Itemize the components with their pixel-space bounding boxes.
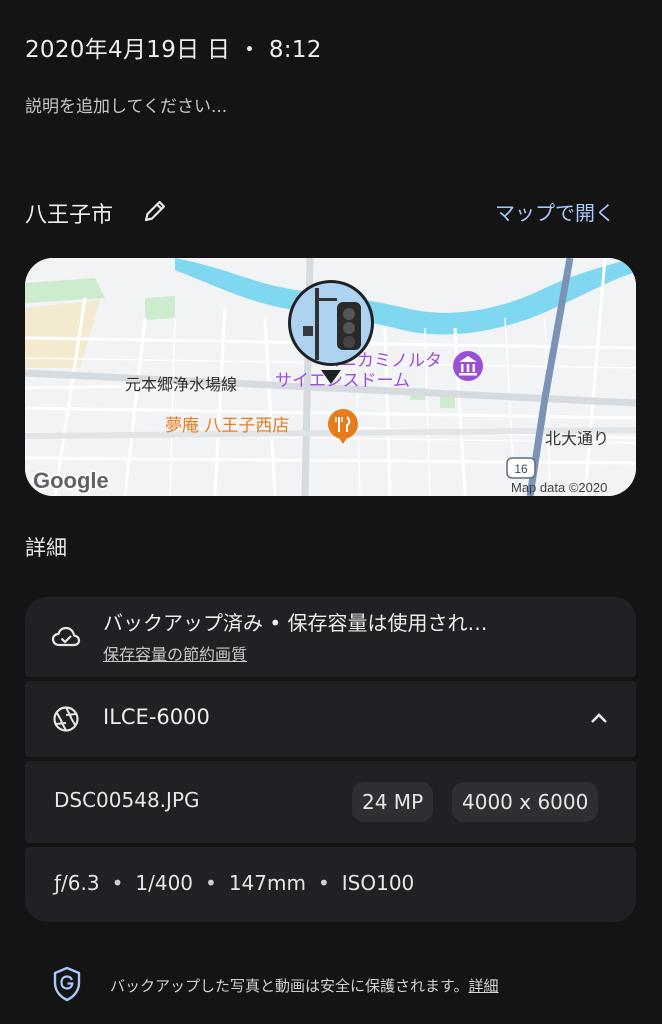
pencil-icon[interactable] — [141, 197, 169, 225]
add-description-field[interactable]: 説明を追加してください... — [25, 92, 227, 117]
file-info-card: DSC00548.JPG 24 MP 4000 x 6000 — [25, 761, 636, 843]
map-label-facility: 元本郷浄水場線 — [125, 375, 237, 394]
location-map[interactable]: 16 コニカミノルタ サイエンスドーム 元本郷浄水場線 夢庵 八王子西店 北大通… — [25, 258, 636, 496]
footer-learn-more-link[interactable]: 詳細 — [469, 977, 499, 995]
museum-icon — [453, 351, 483, 381]
cloud-done-icon — [51, 622, 81, 652]
date-time: 2020年4月19日 日 ・ 8:12 — [25, 37, 322, 63]
location-row: 八王子市 マップで開く — [25, 195, 637, 229]
footer-security-text: バックアップした写真と動画は安全に保護されます。詳細 — [110, 975, 499, 996]
shutter-value: 1/400 — [135, 871, 194, 895]
exif-line: ƒ/6.3 • 1/400 • 147mm • ISO100 — [54, 871, 414, 895]
route-number: 16 — [514, 462, 528, 476]
aperture-value: ƒ/6.3 — [54, 871, 100, 895]
backup-status-card: バックアップ済み • 保存容量は使用され… 保存容量の節約画質 — [25, 597, 636, 677]
camera-model: ILCE-6000 — [103, 705, 210, 729]
chevron-up-icon[interactable] — [586, 706, 612, 732]
separator-dot: • — [205, 871, 217, 895]
google-logo: Google Google — [32, 467, 111, 495]
map-label-museum-2: サイエンスドーム — [275, 371, 410, 391]
location-name: 八王子市 — [25, 203, 114, 228]
map-label-street: 北大通り — [545, 429, 609, 448]
aperture-icon — [51, 704, 81, 734]
open-in-maps-link[interactable]: マップで開く — [495, 197, 615, 226]
exif-card: ƒ/6.3 • 1/400 • 147mm • ISO100 — [25, 847, 636, 922]
separator-dot: • — [111, 871, 124, 895]
file-name: DSC00548.JPG — [54, 788, 200, 812]
footer-message: バックアップした写真と動画は安全に保護されます。 — [110, 977, 469, 995]
focal-length-value: 147mm — [228, 871, 306, 895]
shield-g-icon — [52, 966, 82, 1002]
details-heading: 詳細 — [25, 536, 67, 560]
storage-saver-link[interactable]: 保存容量の節約画質 — [103, 641, 247, 665]
megapixels-chip: 24 MP — [352, 782, 434, 822]
camera-card[interactable]: ILCE-6000 — [25, 681, 636, 757]
map-label-restaurant: 夢庵 八王子西店 — [165, 416, 289, 436]
svg-text:Google: Google — [33, 468, 109, 493]
map-attribution: Map data ©2020 — [511, 480, 607, 495]
iso-value: ISO100 — [341, 871, 415, 895]
separator-dot: • — [317, 871, 330, 895]
resolution-chip: 4000 x 6000 — [452, 782, 599, 822]
backup-status-text: バックアップ済み • 保存容量は使用され… — [103, 611, 488, 635]
